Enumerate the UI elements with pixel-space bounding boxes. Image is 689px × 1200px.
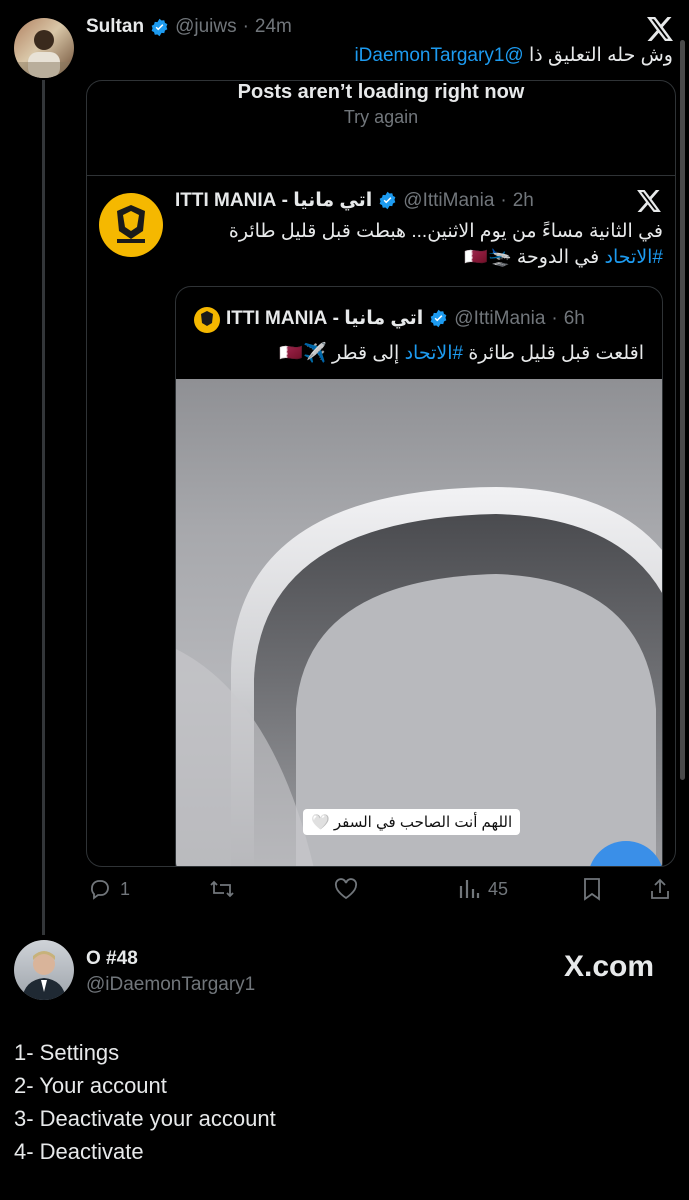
- x-logo-icon[interactable]: [647, 17, 673, 41]
- hashtag-link[interactable]: #الاتحاد: [405, 343, 463, 364]
- nested-quote-card[interactable]: اتي مانيا - ITTI MANIA @IttiMania · 6h ا…: [175, 286, 663, 866]
- bookmark-button[interactable]: [582, 877, 602, 901]
- quoted-post-header: اتي مانيا - ITTI MANIA @IttiMania · 2h: [175, 189, 534, 212]
- author-handle[interactable]: @juiws: [175, 16, 237, 38]
- views-count: 45: [488, 878, 509, 899]
- quoted-author-name[interactable]: اتي مانيا - ITTI MANIA: [175, 189, 372, 212]
- nested-post-text: اقلعت قبل قليل طائرة #الاتحاد إلى قطر ✈️…: [279, 341, 644, 365]
- step-item: 3- Deactivate your account: [14, 1106, 276, 1131]
- nested-author-name[interactable]: اتي مانيا - ITTI MANIA: [226, 307, 423, 330]
- nested-text-suffix: إلى قطر ✈️🇶🇦: [279, 343, 400, 364]
- try-again-link[interactable]: Try again: [87, 107, 675, 128]
- views-button[interactable]: 45: [458, 877, 508, 901]
- reply-icon: [91, 880, 109, 900]
- nested-post-header: اتي مانيا - ITTI MANIA @IttiMania · 6h: [226, 307, 585, 330]
- post-time[interactable]: 24m: [255, 16, 292, 38]
- step-item: 1- Settings: [14, 1040, 120, 1065]
- mention-link[interactable]: @iDaemonTargary1: [354, 45, 523, 66]
- quoted-post-text: في الثانية مساءً من يوم الاثنين... هبطت …: [183, 219, 663, 271]
- quoted-post-time[interactable]: 2h: [513, 190, 534, 212]
- verified-badge-icon: [379, 191, 396, 210]
- hashtag-link[interactable]: #الاتحاد: [605, 247, 663, 268]
- verified-badge-icon: [430, 309, 447, 328]
- itti-mania-avatar[interactable]: [99, 193, 163, 257]
- image-caption: اللهم أنت الصاحب في السفر 🤍: [303, 809, 521, 835]
- separator-dot: ·: [500, 189, 507, 211]
- window-frame-graphic: [176, 487, 662, 866]
- quoted-author-handle[interactable]: @IttiMania: [403, 190, 494, 212]
- retweet-icon: [210, 880, 234, 898]
- bookmark-icon: [584, 878, 600, 901]
- nested-post-time[interactable]: 6h: [564, 308, 585, 330]
- quoted-post-line2: في الدوحة 🛬🇶🇦: [464, 247, 600, 268]
- reply-text-arabic: وش حله التعليق ذا: [528, 45, 673, 66]
- airplane-window-image[interactable]: اللهم أنت الصاحب في السفر 🤍: [176, 379, 662, 866]
- retweet-button[interactable]: [208, 877, 244, 901]
- nested-author-handle[interactable]: @IttiMania: [454, 308, 545, 330]
- like-button[interactable]: [333, 877, 367, 901]
- views-chart-icon: [459, 880, 480, 898]
- heart-icon: [334, 878, 358, 900]
- profile-avatar[interactable]: [14, 940, 74, 1000]
- nested-text-prefix: اقلعت قبل قليل طائرة: [468, 343, 644, 364]
- x-com-watermark: X.com: [564, 950, 655, 983]
- quoted-post-line1: في الثانية مساءً من يوم الاثنين... هبطت …: [228, 221, 663, 242]
- itti-mania-small-avatar: [194, 307, 220, 333]
- share-icon: [651, 878, 669, 899]
- instruction-steps: 1- Settings 2- Your account 3- Deactivat…: [14, 1036, 276, 1168]
- profile-name[interactable]: O #48: [86, 948, 138, 970]
- author-name[interactable]: Sultan: [86, 16, 144, 38]
- share-button[interactable]: [649, 877, 671, 901]
- verified-badge-icon: [151, 18, 168, 36]
- quote-card: Posts aren’t loading right now Try again…: [86, 80, 676, 867]
- scrollbar[interactable]: [680, 40, 685, 780]
- x-logo-icon[interactable]: [637, 190, 661, 212]
- sultan-avatar[interactable]: [14, 18, 74, 78]
- step-item: 2- Your account: [14, 1073, 167, 1098]
- error-section: Posts aren’t loading right now Try again: [87, 81, 675, 176]
- reply-text: وش حله التعليق ذا @iDaemonTargary1: [354, 44, 673, 67]
- profile-handle[interactable]: @iDaemonTargary1: [86, 974, 255, 996]
- separator-dot: ·: [551, 307, 558, 329]
- step-item: 4- Deactivate: [14, 1139, 144, 1164]
- separator-dot: ·: [242, 16, 249, 37]
- reply-count: 1: [120, 878, 131, 899]
- reply-button[interactable]: 1: [88, 877, 130, 901]
- error-title: Posts aren’t loading right now: [237, 81, 525, 103]
- thread-connector-line: [42, 80, 45, 935]
- reply-post-header: Sultan @juiws · 24m: [86, 16, 292, 38]
